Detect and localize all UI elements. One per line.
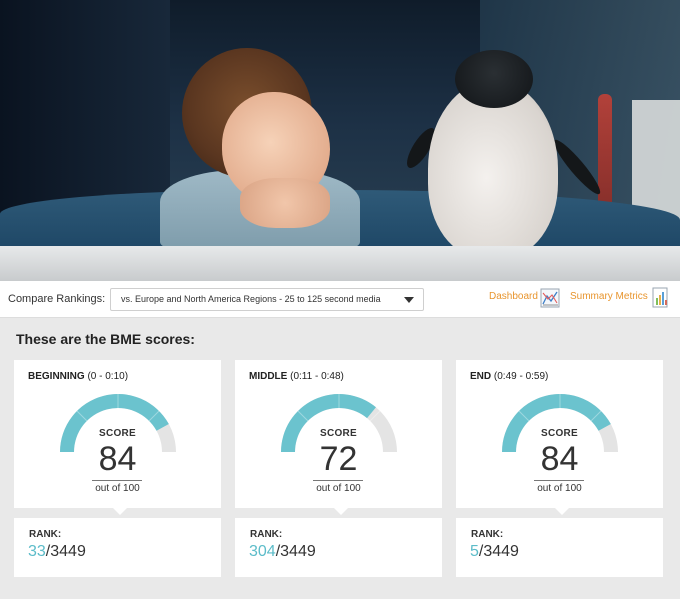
- segment-name: BEGINNING: [28, 371, 85, 382]
- rank-total: /3449: [45, 543, 86, 560]
- score-out-of: out of 100: [537, 483, 582, 494]
- rank-card-middle: RANK: 304/3449: [235, 518, 442, 577]
- boy-hands: [240, 178, 330, 228]
- rank-value: 33/3449: [28, 543, 86, 561]
- score-out-of: out of 100: [316, 483, 361, 494]
- divider: [313, 480, 363, 481]
- rank-total: /3449: [275, 543, 316, 560]
- compare-rankings-label: Compare Rankings:: [8, 293, 106, 305]
- segment-range: (0 - 0:10): [87, 371, 129, 382]
- rank-position: 33: [28, 543, 46, 560]
- segment-range: (0:11 - 0:48): [290, 371, 344, 382]
- score-value: 84: [98, 440, 137, 478]
- divider: [534, 480, 584, 481]
- score-label: SCORE: [98, 428, 137, 439]
- chevron-down-icon: [404, 297, 414, 303]
- rank-position: 304: [249, 543, 276, 560]
- compare-rankings-bar: Compare Rankings: vs. Europe and North A…: [0, 281, 680, 318]
- score-value: 72: [319, 440, 358, 478]
- score-card-middle: MIDDLE (0:11 - 0:48) SCORE 72 out of 100: [235, 360, 442, 515]
- rank-label: RANK:: [250, 529, 283, 540]
- dashboard-chart-icon[interactable]: [540, 287, 560, 309]
- score-out-of: out of 100: [95, 483, 140, 494]
- summary-metrics-link[interactable]: Summary Metrics: [570, 291, 648, 302]
- card-title: MIDDLE (0:11 - 0:48): [249, 371, 344, 382]
- divider: [92, 480, 142, 481]
- score-card-end: END (0:49 - 0:59) SCORE 84 out of 100: [456, 360, 663, 515]
- score-label: SCORE: [540, 428, 579, 439]
- compare-rankings-selected-value: vs. Europe and North America Regions - 2…: [121, 294, 381, 304]
- score-label: SCORE: [319, 428, 358, 439]
- compare-rankings-select[interactable]: vs. Europe and North America Regions - 2…: [110, 288, 424, 311]
- penguin-head: [455, 50, 533, 108]
- segment-name: END: [470, 371, 492, 382]
- rank-label: RANK:: [471, 529, 504, 540]
- dashboard-link[interactable]: Dashboard: [489, 291, 538, 302]
- rank-position: 5: [470, 543, 479, 560]
- card-title: BEGINNING (0 - 0:10): [28, 371, 128, 382]
- bed-frame: [0, 246, 680, 281]
- hero-video-still: [0, 0, 680, 281]
- rank-label: RANK:: [29, 529, 62, 540]
- section-title: These are the BME scores:: [16, 331, 195, 347]
- score-card-beginning: BEGINNING (0 - 0:10) SCORE 84 out of 100: [14, 360, 221, 515]
- rank-total: /3449: [478, 543, 519, 560]
- rank-value: 5/3449: [470, 543, 519, 561]
- segment-name: MIDDLE: [249, 371, 288, 382]
- rank-card-beginning: RANK: 33/3449: [14, 518, 221, 577]
- segment-range: (0:49 - 0:59): [493, 371, 549, 382]
- summary-metrics-icon[interactable]: [651, 287, 671, 309]
- rank-value: 304/3449: [249, 543, 316, 561]
- card-title: END (0:49 - 0:59): [470, 371, 548, 382]
- rank-card-end: RANK: 5/3449: [456, 518, 663, 577]
- score-value: 84: [540, 440, 579, 478]
